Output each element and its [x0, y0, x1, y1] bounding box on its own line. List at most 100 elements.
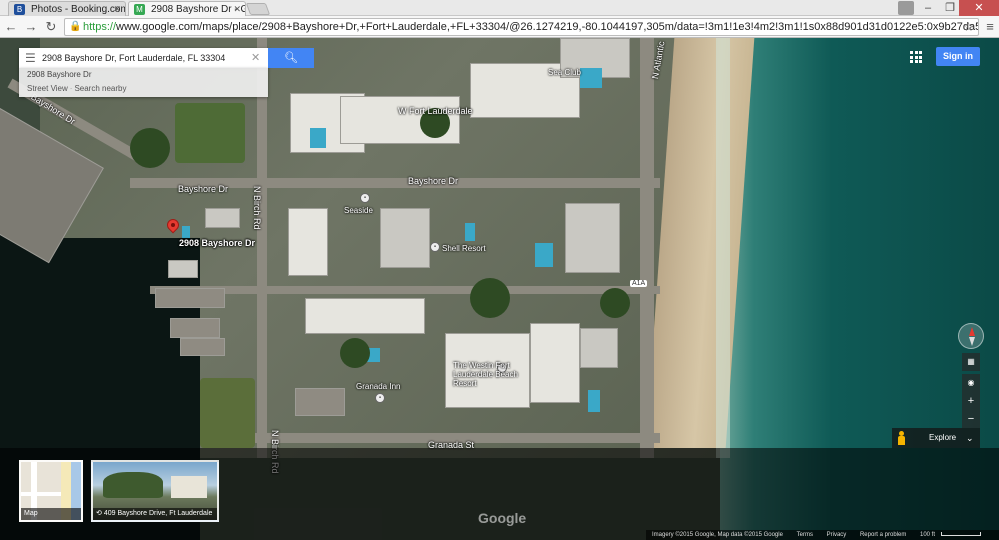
- search-icon: 🔍︎: [284, 52, 298, 64]
- building: [168, 260, 198, 278]
- close-window-icon[interactable]: ✕: [959, 0, 999, 16]
- thumbnail-label: ⟲ 409 Bayshore Drive, Ft Lauderdale: [93, 508, 217, 520]
- explore-label: Explore: [929, 433, 957, 442]
- birch-road: [257, 38, 267, 458]
- browser-toolbar: ← → ↻ 🔒 https://www.google.com/maps/plac…: [0, 16, 999, 38]
- booking-favicon-icon: B: [14, 4, 25, 15]
- zoom-out-button[interactable]: −: [962, 410, 980, 428]
- tab-label: 2908 Bayshore Dr - G: [151, 4, 246, 15]
- search-suggestion-panel: 2908 Bayshore Dr Street View · Search near…: [19, 68, 268, 97]
- building: [565, 203, 620, 273]
- back-arrow-icon[interactable]: ←: [2, 18, 20, 36]
- pegman-icon[interactable]: [897, 431, 905, 445]
- map-footer: Imagery ©2015 Google, Map data ©2015 Goo…: [646, 530, 999, 540]
- building: [380, 208, 430, 268]
- url-text: www.google.com/maps/place/2908+Bayshore+…: [116, 21, 978, 33]
- building: [580, 328, 618, 368]
- chevron-down-icon[interactable]: ⌄: [966, 428, 974, 448]
- tab-booking[interactable]: B Photos - Booking.com ✕: [8, 1, 126, 16]
- pool: [580, 68, 602, 88]
- hotel-icon[interactable]: ▪: [360, 193, 370, 203]
- location-pin-icon[interactable]: [164, 216, 182, 237]
- url-scheme: https://: [83, 21, 117, 33]
- tab-close-icon[interactable]: ✕: [113, 2, 121, 16]
- report-problem-link[interactable]: Report a problem: [854, 532, 912, 538]
- surf-line: [716, 38, 730, 458]
- my-location-icon[interactable]: ◉: [962, 374, 980, 392]
- rotate-360-icon: ⟲: [96, 510, 102, 517]
- street-view-thumbnail[interactable]: ⟲ 409 Bayshore Drive, Ft Lauderdale: [91, 460, 219, 522]
- tab-bar: B Photos - Booking.com ✕ M 2908 Bayshore…: [0, 0, 999, 16]
- chrome-menu-icon[interactable]: ≡: [983, 19, 997, 35]
- building: [305, 298, 425, 334]
- hotel-icon[interactable]: ▪: [430, 242, 440, 252]
- search-box: ☰ ✕: [19, 48, 268, 68]
- minimize-icon[interactable]: –: [916, 0, 940, 16]
- zoom-in-button[interactable]: +: [962, 392, 980, 410]
- search-nearby-link[interactable]: Search nearby: [74, 84, 126, 93]
- clear-search-icon[interactable]: ✕: [251, 51, 260, 65]
- thumbnail-label: Map: [21, 508, 81, 520]
- lawn: [175, 103, 245, 163]
- building: [295, 388, 345, 416]
- road-label-bayshore: Bayshore Dr: [178, 184, 229, 194]
- building: [205, 208, 240, 228]
- tree: [600, 288, 630, 318]
- hotel-icon[interactable]: ▪: [375, 393, 385, 403]
- browser-window: B Photos - Booking.com ✕ M 2908 Bayshore…: [0, 0, 999, 540]
- explore-button[interactable]: Explore ⌄: [892, 428, 980, 448]
- tree: [340, 338, 370, 368]
- reload-icon[interactable]: ↻: [42, 18, 60, 36]
- sign-in-button[interactable]: Sign in: [936, 47, 980, 66]
- search-input[interactable]: [42, 48, 247, 68]
- new-tab-button[interactable]: [245, 3, 271, 15]
- pool: [535, 243, 553, 267]
- terms-link[interactable]: Terms: [791, 532, 819, 538]
- maps-favicon-icon: M: [134, 4, 145, 15]
- hamburger-menu-icon[interactable]: ☰: [25, 51, 37, 65]
- building: [288, 208, 328, 276]
- tree: [470, 278, 510, 318]
- forward-arrow-icon[interactable]: →: [22, 18, 40, 36]
- poi-seaside[interactable]: Seaside: [344, 206, 373, 215]
- place-label[interactable]: 2908 Bayshore Dr: [179, 238, 255, 248]
- poi-westin[interactable]: The Westin Fort Lauderdale Beach Resort: [453, 361, 543, 388]
- apps-grid-icon[interactable]: [910, 51, 922, 63]
- poi-shell-resort[interactable]: Shell Resort: [442, 244, 486, 253]
- suggestion-links: Street View · Search nearby: [27, 84, 127, 93]
- building: [170, 318, 220, 338]
- poi-sea-club[interactable]: Sea Club: [548, 68, 581, 77]
- tab-close-icon[interactable]: ✕: [233, 2, 241, 16]
- address-bar[interactable]: 🔒 https://www.google.com/maps/place/2908…: [64, 18, 979, 36]
- road-label-n-birch: N Birch Rd: [252, 186, 262, 230]
- poi-granada-inn[interactable]: Granada Inn: [356, 382, 400, 391]
- tab-maps[interactable]: M 2908 Bayshore Dr - G ✕: [128, 1, 246, 16]
- building: [180, 338, 225, 356]
- search-button[interactable]: 🔍︎: [268, 48, 314, 68]
- tilt-icon[interactable]: ▦: [962, 353, 980, 371]
- a1a-road: [640, 38, 654, 458]
- street-view-link[interactable]: Street View: [27, 84, 68, 93]
- imagery-credit: Imagery ©2015 Google, Map data ©2015 Goo…: [652, 532, 783, 538]
- compass-icon[interactable]: [958, 323, 984, 349]
- privacy-link[interactable]: Privacy: [821, 532, 853, 538]
- scale-label[interactable]: 100 ft: [914, 532, 941, 538]
- lawn: [200, 378, 255, 448]
- pool: [310, 128, 326, 148]
- pool: [182, 226, 190, 238]
- tab-label: Photos - Booking.com: [31, 4, 126, 15]
- road-label-a1a: A1A: [630, 280, 648, 287]
- pool: [588, 390, 600, 412]
- tree: [130, 128, 170, 168]
- google-logo: Google: [478, 510, 527, 526]
- pool: [465, 223, 475, 241]
- user-profile-icon[interactable]: [898, 1, 914, 15]
- road-label-bayshore: Bayshore Dr: [408, 176, 459, 186]
- scale-bar: [941, 532, 982, 537]
- building: [155, 288, 225, 308]
- suggestion-address[interactable]: 2908 Bayshore Dr: [27, 70, 91, 79]
- cross-road: [150, 286, 660, 294]
- road-label-w-fort-lauderdale: W Fort Lauderdale: [398, 106, 473, 116]
- bookmark-star-icon[interactable]: ☆: [963, 19, 974, 35]
- map-view-thumbnail[interactable]: Map: [19, 460, 83, 522]
